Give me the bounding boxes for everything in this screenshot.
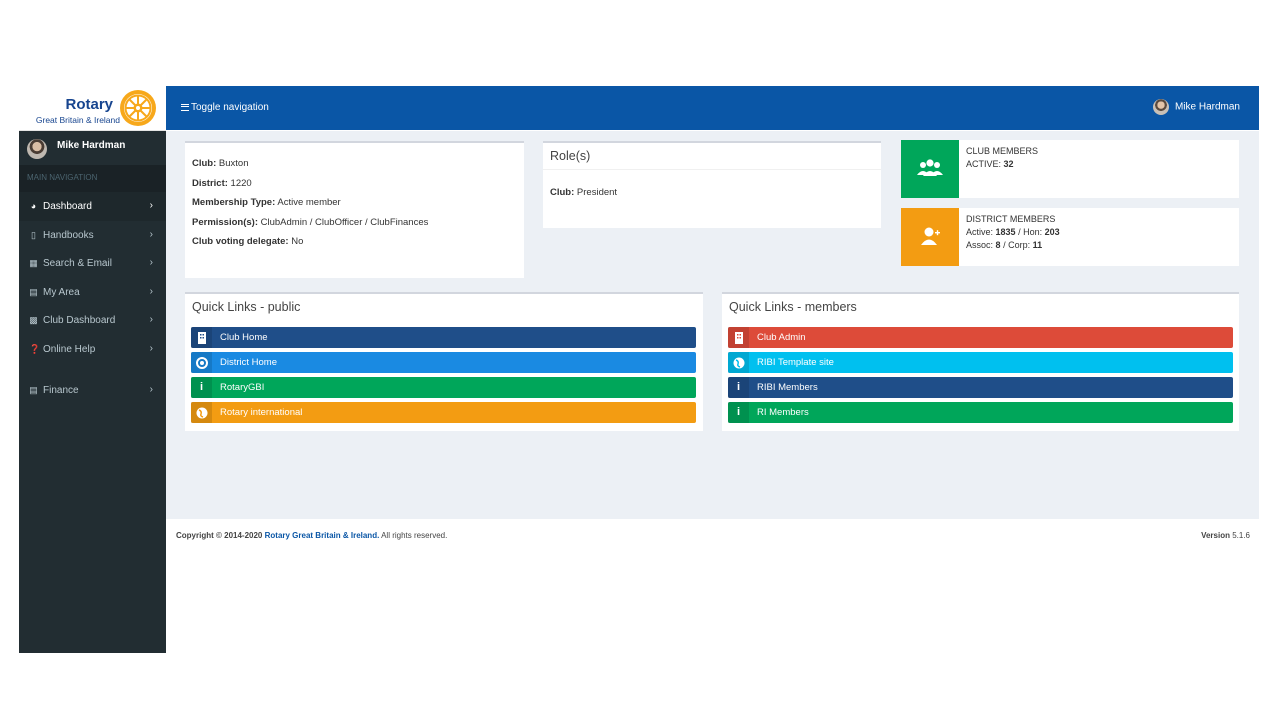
ri-members-link[interactable]: i RI Members (728, 402, 1233, 423)
toggle-navigation-label: Toggle navigation (191, 102, 269, 113)
district-members-text: DISTRICT MEMBERS Active: 1835 / Hon: 203… (966, 213, 1060, 252)
sidebar-item-search-email[interactable]: ▦ Search & Email › (19, 249, 166, 278)
ribi-members-link[interactable]: i RIBI Members (728, 377, 1233, 398)
toggle-navigation-button[interactable]: Toggle navigation (181, 102, 269, 113)
sidebar-item-finance[interactable]: ▤ Finance › (19, 376, 166, 405)
chevron-right-icon: › (149, 314, 153, 325)
rotary-international-link[interactable]: Rotary international (191, 402, 696, 423)
user-menu[interactable]: Mike Hardman (1152, 99, 1240, 115)
club-members-text: CLUB MEMBERS ACTIVE: 32 (966, 145, 1038, 171)
rotary-gbi-footer-link[interactable]: Rotary Great Britain & Ireland. (265, 531, 380, 540)
club-home-link[interactable]: Club Home (191, 327, 696, 348)
main-navigation-header: MAIN NAVIGATION (19, 165, 166, 192)
globe-icon (728, 352, 749, 373)
database-icon: ▤ (29, 385, 38, 395)
building-icon: ▩ (29, 315, 38, 325)
permissions-line: Permission(s): ClubAdmin / ClubOfficer /… (192, 216, 429, 228)
sidebar: Mike Hardman MAIN NAVIGATION ◕ Dashboard … (19, 131, 166, 653)
sidebar-item-dashboard[interactable]: ◕ Dashboard › (19, 192, 166, 221)
club-members-active: ACTIVE: 32 (966, 159, 1014, 169)
quick-links-members-title: Quick Links - members (729, 300, 857, 314)
club-info-box: Club: Buxton District: 1220 Membership T… (185, 141, 524, 278)
sidebar-item-my-area[interactable]: ▤ My Area › (19, 278, 166, 307)
sidebar-item-label: Handbooks (43, 229, 94, 241)
quick-links-public-box: Quick Links - public Club Home District … (185, 292, 703, 431)
user-menu-name: Mike Hardman (1174, 101, 1240, 113)
sidebar-item-label: Online Help (43, 343, 96, 355)
ribi-template-site-link[interactable]: RIBI Template site (728, 352, 1233, 373)
sidebar-item-label: Dashboard (43, 201, 92, 212)
info-icon: i (728, 402, 749, 423)
district-members-active-hon: Active: 1835 / Hon: 203 (966, 227, 1060, 237)
quick-links-public-title: Quick Links - public (192, 300, 301, 314)
district-members-assoc-corp: Assoc: 8 / Corp: 11 (966, 240, 1043, 250)
hamburger-icon (181, 104, 189, 111)
chevron-right-icon: › (149, 257, 153, 268)
district-home-link[interactable]: District Home (191, 352, 696, 373)
chevron-right-icon: › (149, 384, 153, 395)
sidebar-item-online-help[interactable]: ❓ Online Help › (19, 335, 166, 364)
sidebar-item-label: My Area (43, 286, 80, 298)
users-icon (901, 140, 959, 198)
membership-type-line: Membership Type: Active member (192, 197, 341, 208)
chevron-right-icon: › (149, 228, 153, 240)
question-icon: ❓ (29, 343, 41, 354)
main-content: Club: Buxton District: 1220 Membership T… (166, 131, 1259, 519)
chevron-right-icon: › (149, 342, 153, 354)
club-admin-link[interactable]: Club Admin (728, 327, 1233, 348)
logo-title: Rotary (65, 96, 113, 113)
database-icon: ▤ (29, 286, 38, 297)
user-plus-icon (901, 208, 959, 266)
info-icon: i (191, 377, 212, 398)
chevron-right-icon: › (149, 200, 153, 211)
sidebar-user-panel: Mike Hardman (19, 131, 166, 165)
club-members-infobox: CLUB MEMBERS ACTIVE: 32 (901, 140, 1239, 198)
copyright-text: Copyright © 2014-2020 Rotary Great Brita… (176, 531, 448, 540)
sidebar-menu: ◕ Dashboard › ▯ Handbooks › ▦ Search & Emai… (19, 192, 166, 405)
sidebar-user-name: Mike Hardman (57, 140, 126, 151)
sidebar-item-club-dashboard[interactable]: ▩ Club Dashboard › (19, 306, 166, 335)
club-line: Club: Buxton (192, 158, 249, 169)
voting-delegate-line: Club voting delegate: No (192, 236, 304, 247)
roles-box: Role(s) Club: President (543, 141, 881, 228)
brand-logo[interactable]: Rotary Great Britain & Ireland (19, 86, 166, 131)
sidebar-item-label: Search & Email (43, 258, 112, 269)
quick-links-members-box: Quick Links - members Club Admin RIBI Te… (722, 292, 1239, 431)
table-icon: ▦ (29, 258, 38, 268)
footer: Copyright © 2014-2020 Rotary Great Brita… (166, 519, 1259, 553)
building-icon (191, 327, 212, 348)
user-avatar-icon (1152, 99, 1169, 115)
club-members-title: CLUB MEMBERS (966, 146, 1039, 156)
sidebar-item-label: Finance (43, 385, 79, 396)
life-ring-icon (191, 352, 212, 373)
role-club-line: Club: President (550, 187, 618, 198)
district-line: District: 1220 (192, 177, 252, 189)
globe-icon (191, 402, 212, 423)
rotarygbi-link[interactable]: i RotaryGBI (191, 377, 696, 398)
top-navbar: Toggle navigation Mike Hardman (166, 86, 1259, 130)
logo-subtitle: Great Britain & Ireland (35, 115, 120, 125)
building-icon (728, 327, 749, 348)
book-icon: ▯ (31, 229, 36, 240)
rotary-wheel-icon (120, 90, 156, 126)
sidebar-item-handbooks[interactable]: ▯ Handbooks › (19, 221, 166, 250)
avatar (27, 139, 47, 159)
sidebar-item-label: Club Dashboard (43, 315, 116, 326)
district-members-infobox: DISTRICT MEMBERS Active: 1835 / Hon: 203… (901, 208, 1239, 266)
version-text: Version 5.1.6 (1201, 531, 1250, 540)
roles-title: Role(s) (543, 143, 881, 170)
chevron-right-icon: › (149, 285, 153, 297)
app-window: Rotary Great Britain & Ireland Toggle na… (19, 86, 1259, 653)
district-members-title: DISTRICT MEMBERS (966, 214, 1056, 224)
dashboard-icon: ◕ (30, 201, 37, 211)
info-icon: i (728, 377, 749, 398)
